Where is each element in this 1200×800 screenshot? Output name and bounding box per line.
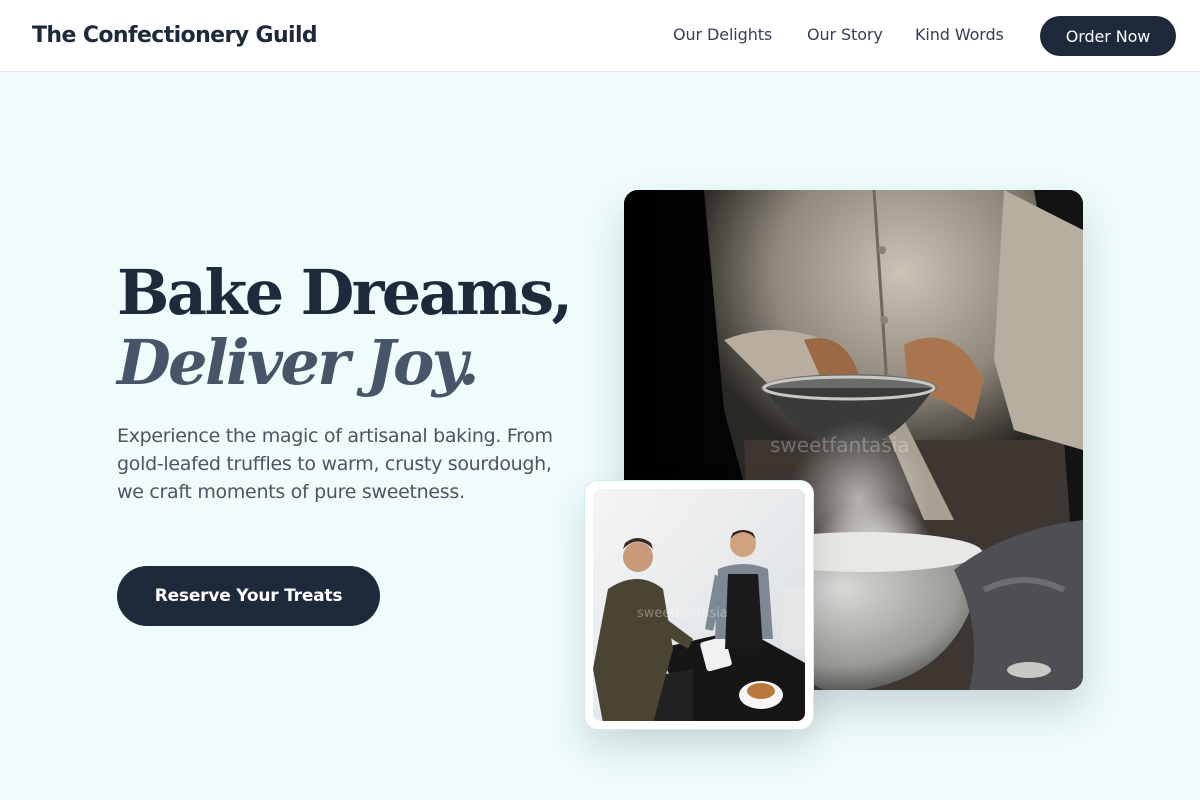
nav-link-our-delights[interactable]: Our Delights [673,24,772,46]
main-photo-watermark: sweetfantasia [770,433,910,457]
reserve-treats-button[interactable]: Reserve Your Treats [117,566,380,626]
site-header: The Confectionery Guild Our Delights Our… [0,0,1200,72]
bakery-counter-photo-frame: sweetfantasia [584,480,814,730]
bakery-counter-photo: sweetfantasia [593,489,805,721]
headline-line-2: Deliver Joy. [117,326,480,399]
order-now-button[interactable]: Order Now [1040,16,1176,56]
hero-description: Experience the magic of artisanal baking… [117,425,553,503]
nav-link-our-story[interactable]: Our Story [807,24,883,46]
brand-logo-text[interactable]: The Confectionery Guild [32,20,318,52]
hero-headline: Bake Dreams, Deliver Joy. [117,256,573,399]
headline-line-1: Bake Dreams, [117,256,573,329]
small-photo-watermark: sweetfantasia [637,606,728,621]
nav-link-kind-words[interactable]: Kind Words [915,24,1004,46]
